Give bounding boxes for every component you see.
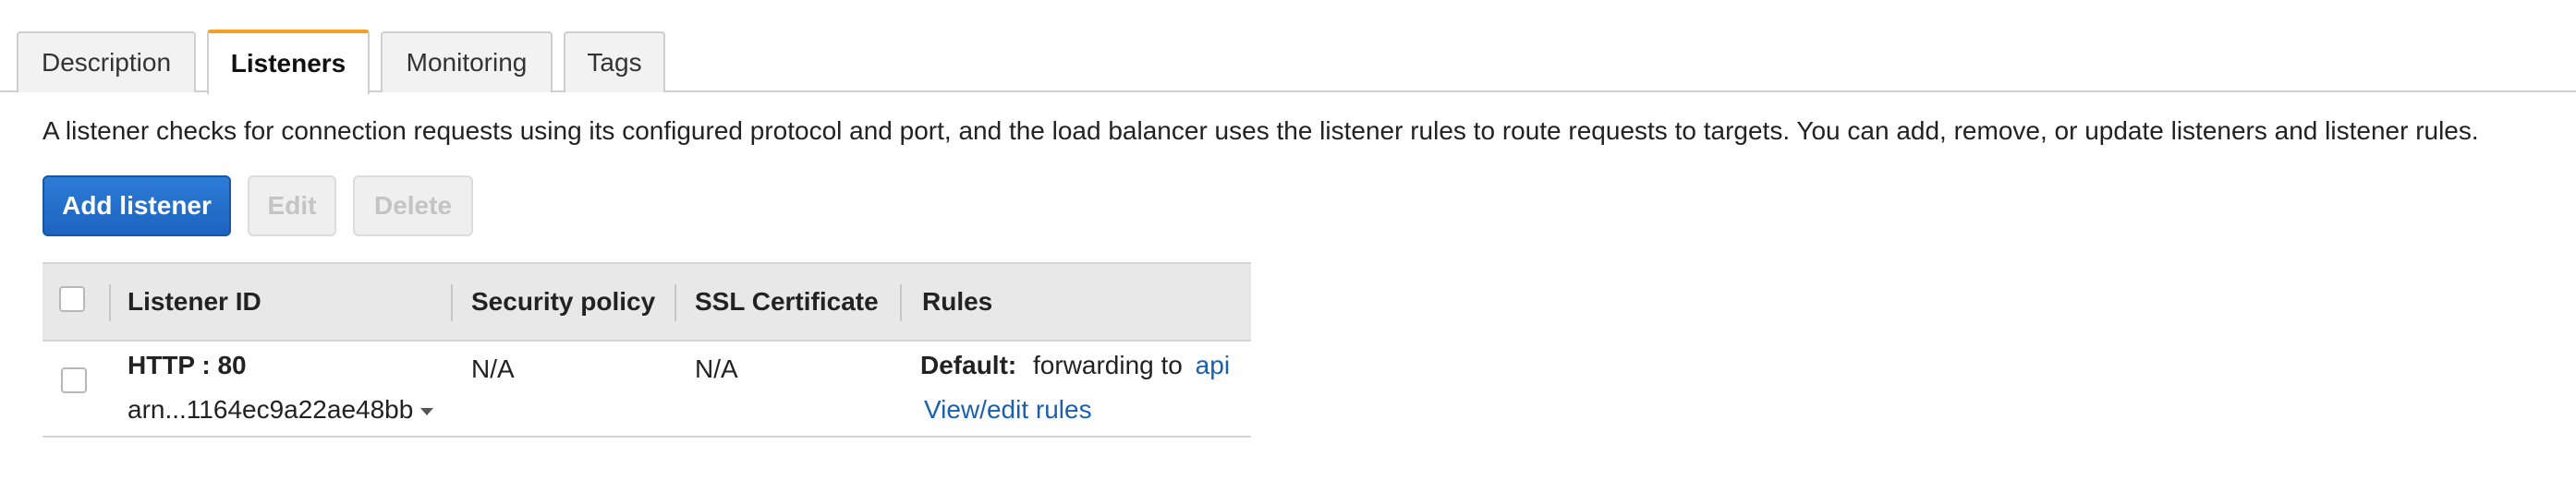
tab-label: Monitoring	[406, 48, 528, 77]
column-divider	[674, 284, 676, 321]
column-divider	[451, 284, 453, 321]
chevron-down-icon[interactable]	[420, 407, 434, 415]
add-listener-button[interactable]: Add listener	[43, 175, 231, 236]
delete-button[interactable]: Delete	[353, 175, 473, 236]
tab-label: Tags	[587, 48, 642, 77]
column-divider	[900, 284, 902, 321]
table-header: Listener ID Security policy SSL Certific…	[43, 262, 1251, 342]
select-all-checkbox[interactable]	[59, 286, 85, 312]
rules-default-label: Default:	[920, 351, 1017, 379]
tab-listeners[interactable]: Listeners	[207, 30, 370, 94]
tab-bar: Description Listeners Monitoring Tags	[0, 0, 2576, 94]
header-rules[interactable]: Rules	[922, 264, 992, 340]
view-edit-rules-link[interactable]: View/edit rules	[924, 395, 1092, 425]
listener-arn: arn...1164ec9a22ae48bb	[128, 395, 434, 425]
row-checkbox[interactable]	[61, 367, 87, 393]
listeners-description: A listener checks for connection request…	[43, 116, 2479, 145]
listeners-table: Listener ID Security policy SSL Certific…	[43, 262, 1251, 438]
rules-default-text: forwarding to	[1033, 351, 1183, 379]
security-policy-value: N/A	[471, 354, 515, 383]
tab-label: Description	[41, 48, 172, 77]
listener-protocol-port: HTTP : 80	[128, 351, 247, 379]
table-row[interactable]: HTTP : 80 arn...1164ec9a22ae48bb N/A N/A…	[43, 342, 1251, 438]
edit-button[interactable]: Edit	[248, 175, 336, 236]
header-listener-id[interactable]: Listener ID	[128, 264, 261, 340]
column-divider	[109, 284, 111, 321]
tab-description[interactable]: Description	[17, 31, 196, 92]
rules-default: Default: forwarding to api	[920, 351, 1230, 380]
tab-label: Listeners	[230, 49, 346, 78]
listener-arn-text: arn...1164ec9a22ae48bb	[128, 395, 414, 424]
tab-tags[interactable]: Tags	[564, 31, 665, 92]
tab-monitoring[interactable]: Monitoring	[381, 31, 553, 92]
header-security-policy[interactable]: Security policy	[471, 264, 655, 340]
target-group-link[interactable]: api	[1196, 351, 1230, 379]
ssl-certificate-value: N/A	[695, 354, 738, 383]
header-ssl-certificate[interactable]: SSL Certificate	[695, 264, 879, 340]
